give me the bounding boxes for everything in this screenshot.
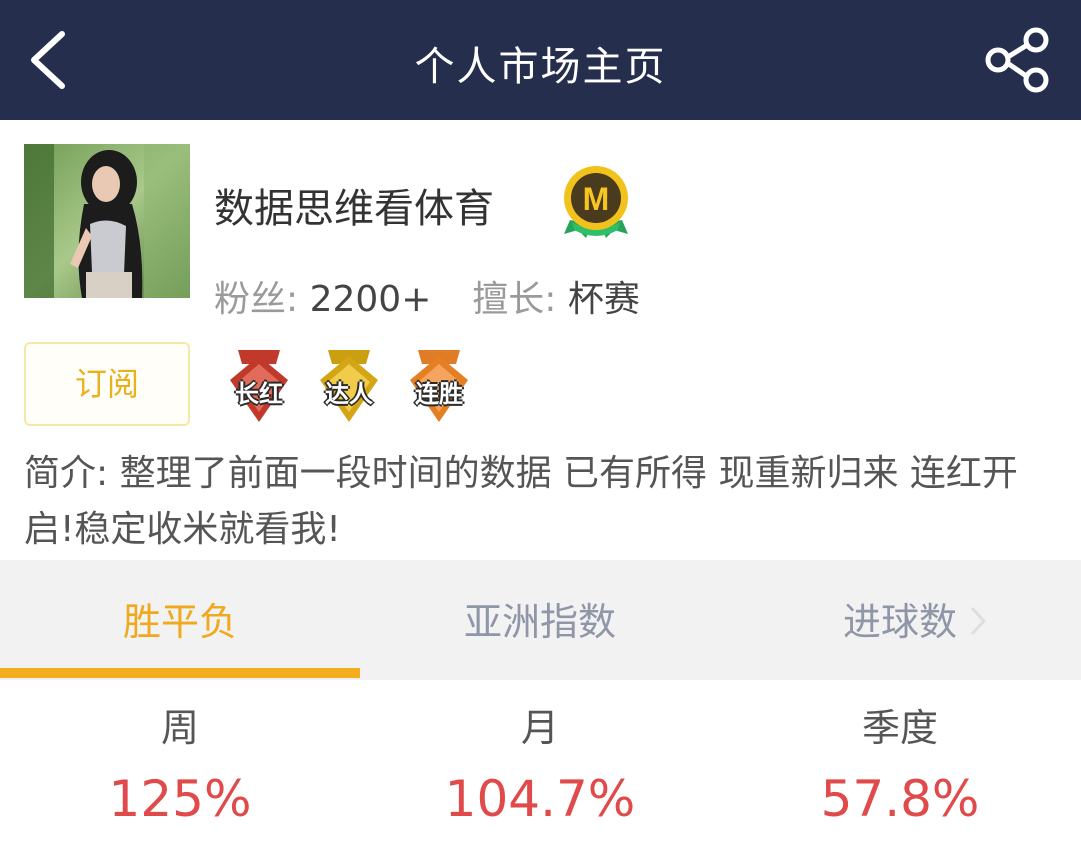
period-label: 周 [160,706,199,750]
period-month: 月 104.7% [360,700,720,834]
share-icon [985,27,1049,93]
medal-changhong: 长红 [224,346,294,426]
medal-label: 连胜 [415,380,463,408]
period-quarter: 季度 57.8% [720,700,1080,834]
tab-goals[interactable]: 进球数 [720,560,1080,680]
specialty-value: 杯赛 [567,279,640,320]
active-tab-indicator [0,668,360,678]
specialty-label: 擅长: [472,279,557,320]
fans-label: 粉丝: [214,279,299,320]
tab-win-draw-lose[interactable]: 胜平负 [0,560,360,680]
vip-medal-icon: M [560,164,632,240]
profile-intro: 简介: 整理了前面一段时间的数据 已有所得 现重新归来 连红开启!稳定收米就看我… [24,453,1018,550]
period-return-value: 104.7% [444,770,636,828]
period-label: 月 [520,706,559,750]
period-label: 季度 [861,706,938,750]
chevron-right-icon [970,606,987,636]
period-return-value: 125% [108,770,252,828]
share-button[interactable] [980,24,1056,96]
fans-count: 2200+ [309,279,432,320]
medal-label: 达人 [325,380,373,408]
period-week: 周 125% [0,700,360,834]
profile-stats: 粉丝: 2200+ 擅长: 杯赛 [214,270,640,322]
medal-liansheng: 连胜 [404,346,474,426]
username: 数据思维看体育 [214,186,494,232]
avatar[interactable] [24,144,190,298]
tab-asian-handicap[interactable]: 亚洲指数 [360,560,720,680]
market-home-page: 个人市场主页 数据思维看体育 M 粉丝: 2200+ 擅长: 杯赛 订阅 长红 … [0,0,1081,846]
medal-label: 长红 [235,380,283,408]
page-title: 个人市场主页 [414,44,667,90]
period-return-value: 57.8% [820,770,980,828]
tab-bar: 胜平负 亚洲指数 进球数 [0,560,1081,680]
vip-badge-letter: M [583,181,610,217]
top-navigation-bar: 个人市场主页 [0,0,1081,120]
medal-daren: 达人 [314,346,384,426]
avatar-photo [24,144,190,298]
subscribe-button[interactable]: 订阅 [24,342,190,426]
